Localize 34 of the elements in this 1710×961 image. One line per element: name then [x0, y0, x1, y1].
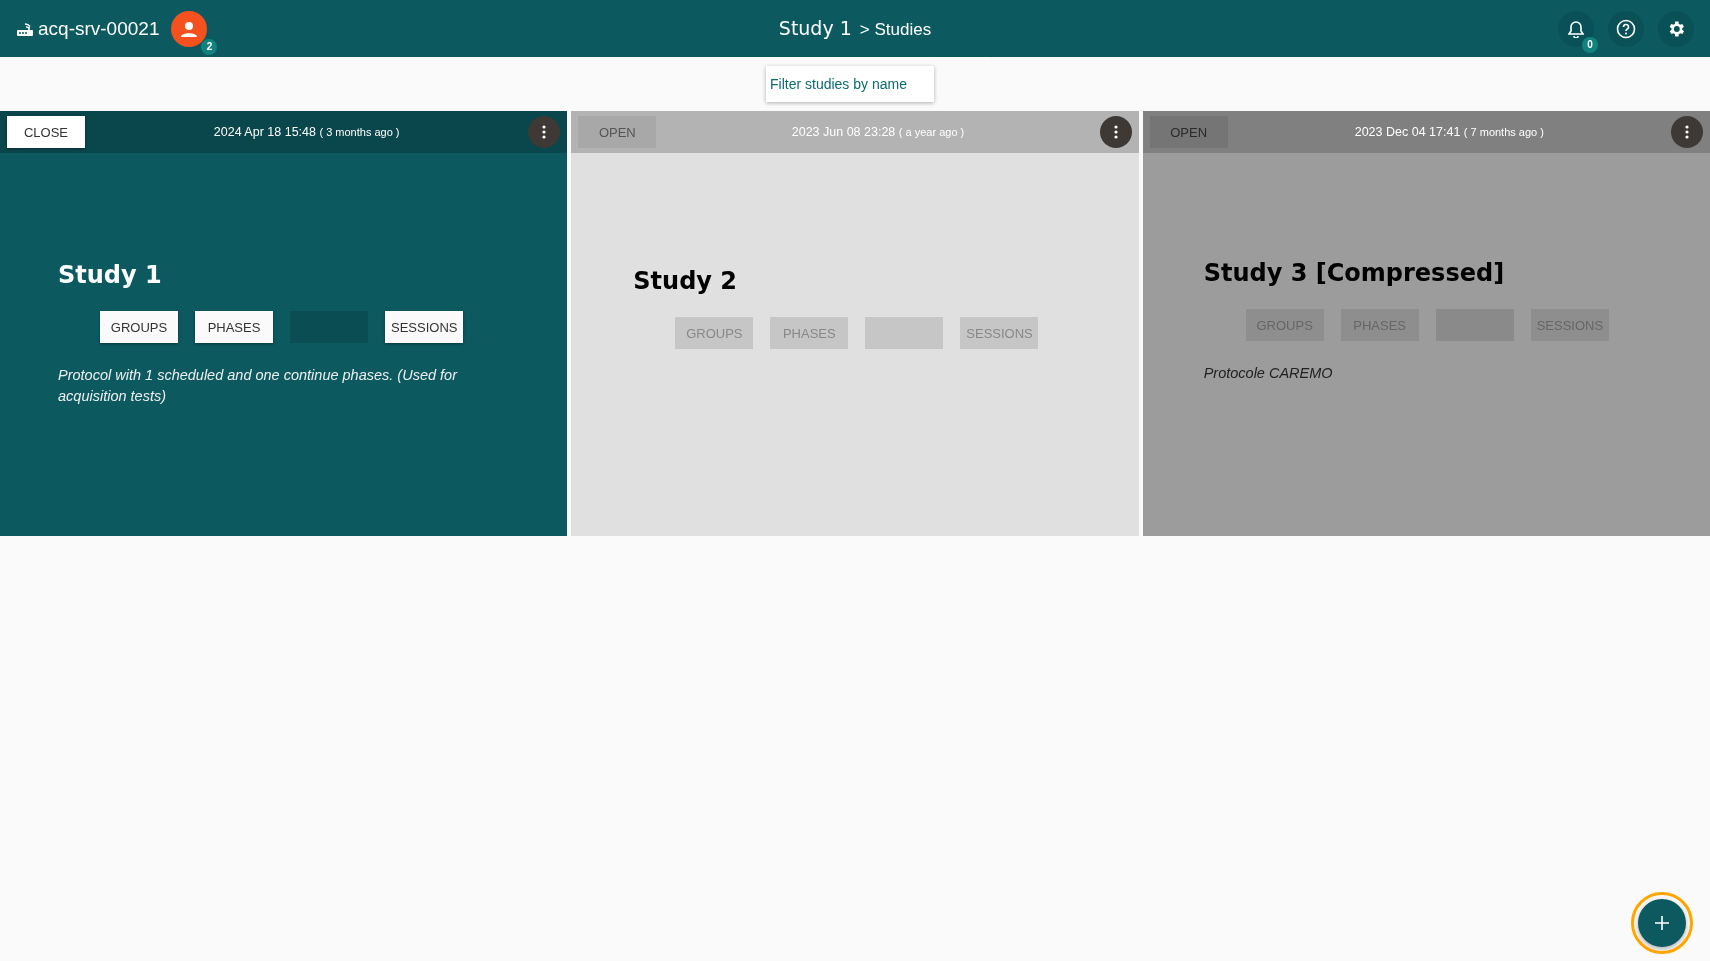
study-name: Study 3 [Compressed] — [1203, 259, 1506, 287]
study-description: Protocole CAREMO — [1203, 364, 1334, 383]
study-description: Protocol with 1 scheduled and one continue phases. (Used for acquisition tests) — [58, 366, 459, 406]
study-date: 2024 Apr 18 15:48 ( 3 months ago ) — [212, 125, 401, 139]
more-options-button[interactable] — [1099, 116, 1132, 148]
more-options-button[interactable] — [528, 116, 561, 148]
user-count-badge: 2 — [201, 38, 218, 55]
study-title: Study 1 — [778, 17, 852, 39]
person-icon — [180, 19, 199, 38]
study-name: Study 1 — [58, 261, 163, 289]
study-card[interactable]: OPEN 2023 Jun 08 23:28 ( a year ago ) Study 2 GROUPS PHASES SESSIONS — [571, 111, 1139, 536]
study-name: Study 2 — [633, 267, 739, 295]
notifications-button[interactable] — [1558, 10, 1594, 47]
study-date: 2023 Jun 08 23:28 ( a year ago ) — [790, 125, 966, 139]
study-action-button[interactable]: SESSIONS — [385, 311, 463, 343]
help-button[interactable] — [1608, 10, 1644, 47]
more-options-button[interactable] — [1671, 116, 1703, 148]
more-vertical-icon — [1113, 125, 1118, 139]
study-card[interactable]: CLOSE 2024 Apr 18 15:48 ( 3 months ago ) Study 1 GROUPS PHASES SESSIONS Protocol with 1 scheduled and one continue phases. (Used for acquisition tests) — [0, 111, 568, 536]
study-action-button[interactable]: PHASES — [195, 311, 273, 343]
server-name: acq-srv-00021 — [38, 17, 160, 40]
bell-icon — [1568, 19, 1584, 38]
user-avatar[interactable] — [171, 10, 208, 47]
router-icon — [16, 20, 34, 37]
study-date: 2023 Dec 04 17:41 ( 7 months ago ) — [1353, 125, 1545, 139]
more-vertical-icon — [542, 125, 547, 139]
filter-field[interactable]: Filter studies by name — [766, 66, 934, 102]
breadcrumb-link[interactable]: > Studies — [859, 20, 932, 40]
toggle-button[interactable]: CLOSE — [7, 116, 85, 148]
settings-button[interactable] — [1658, 10, 1694, 47]
study-action-button[interactable]: GROUPS — [100, 311, 178, 343]
help-icon — [1616, 18, 1636, 39]
more-vertical-icon — [1685, 125, 1689, 139]
plus-icon — [1655, 916, 1669, 930]
